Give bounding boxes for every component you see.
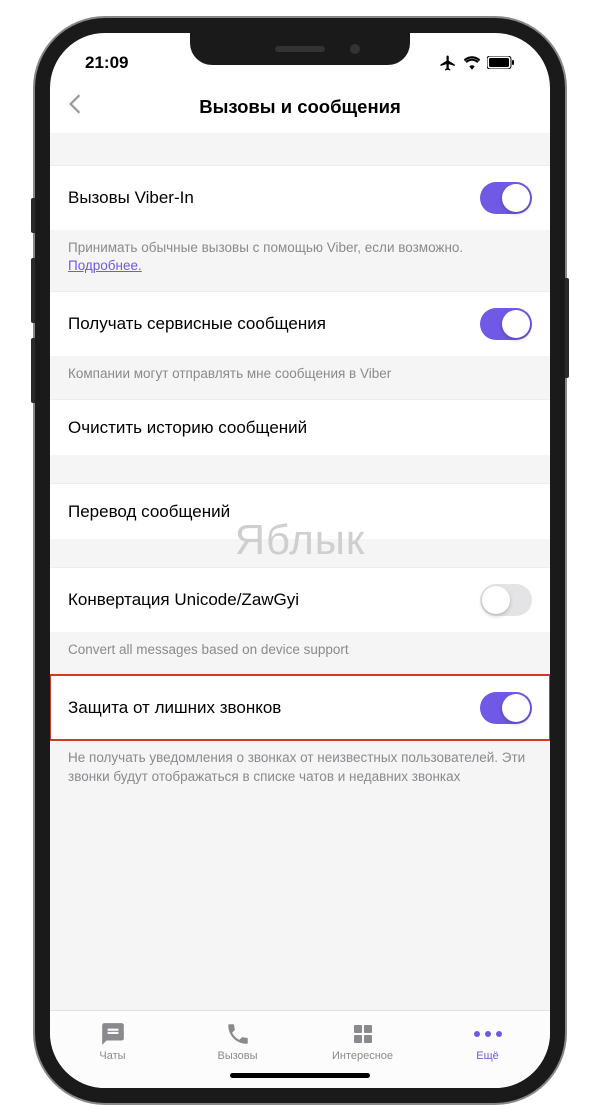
status-icons (439, 54, 515, 72)
row-label: Очистить историю сообщений (68, 418, 307, 438)
page-title: Вызовы и сообщения (199, 96, 401, 118)
grid-icon (350, 1021, 376, 1047)
row-zawgyi[interactable]: Конвертация Unicode/ZawGyi (50, 567, 550, 632)
battery-icon (487, 56, 515, 69)
row-viber-in[interactable]: Вызовы Viber-In (50, 165, 550, 230)
chat-icon (100, 1021, 126, 1047)
tab-label: Интересное (332, 1050, 393, 1062)
desc-call-protect: Не получать уведомления о звонках от неи… (50, 740, 550, 801)
screen: 21:09 Вызовы и сообщения Вызовы Viber-In… (50, 33, 550, 1088)
desc-service-msgs: Компании могут отправлять мне сообщения … (50, 356, 550, 399)
row-translate[interactable]: Перевод сообщений (50, 483, 550, 539)
tab-label: Вызовы (217, 1050, 257, 1062)
phone-icon (225, 1021, 251, 1047)
phone-frame: 21:09 Вызовы и сообщения Вызовы Viber-In… (35, 18, 565, 1103)
notch (190, 33, 410, 65)
status-time: 21:09 (85, 53, 128, 73)
tab-label: Чаты (99, 1050, 125, 1062)
row-service-msgs[interactable]: Получать сервисные сообщения (50, 291, 550, 356)
desc-zawgyi: Convert all messages based on device sup… (50, 632, 550, 675)
row-call-protect[interactable]: Защита от лишних звонков (50, 675, 550, 740)
toggle-call-protect[interactable] (480, 692, 532, 724)
row-label: Получать сервисные сообщения (68, 314, 326, 334)
airplane-icon (439, 54, 457, 72)
more-link[interactable]: Подробнее. (68, 258, 142, 273)
home-indicator[interactable] (230, 1073, 370, 1078)
back-button[interactable] (68, 93, 82, 122)
tab-calls[interactable]: Вызовы (198, 1021, 278, 1062)
row-clear-history[interactable]: Очистить историю сообщений (50, 399, 550, 455)
desc-viber-in: Принимать обычные вызовы с помощью Viber… (50, 230, 550, 291)
row-label: Конвертация Unicode/ZawGyi (68, 590, 299, 610)
toggle-zawgyi[interactable] (480, 584, 532, 616)
nav-header: Вызовы и сообщения (50, 83, 550, 133)
wifi-icon (463, 56, 481, 70)
tab-label: Ещё (476, 1050, 499, 1062)
toggle-service-msgs[interactable] (480, 308, 532, 340)
row-label: Перевод сообщений (68, 502, 230, 522)
row-label: Защита от лишних звонков (68, 698, 281, 718)
row-label: Вызовы Viber-In (68, 188, 194, 208)
tab-explore[interactable]: Интересное (323, 1021, 403, 1062)
tab-chats[interactable]: Чаты (73, 1021, 153, 1062)
toggle-viber-in[interactable] (480, 182, 532, 214)
tab-more[interactable]: Ещё (448, 1021, 528, 1062)
more-icon (475, 1021, 501, 1047)
chevron-left-icon (68, 93, 82, 115)
content: Вызовы Viber-In Принимать обычные вызовы… (50, 133, 550, 1010)
